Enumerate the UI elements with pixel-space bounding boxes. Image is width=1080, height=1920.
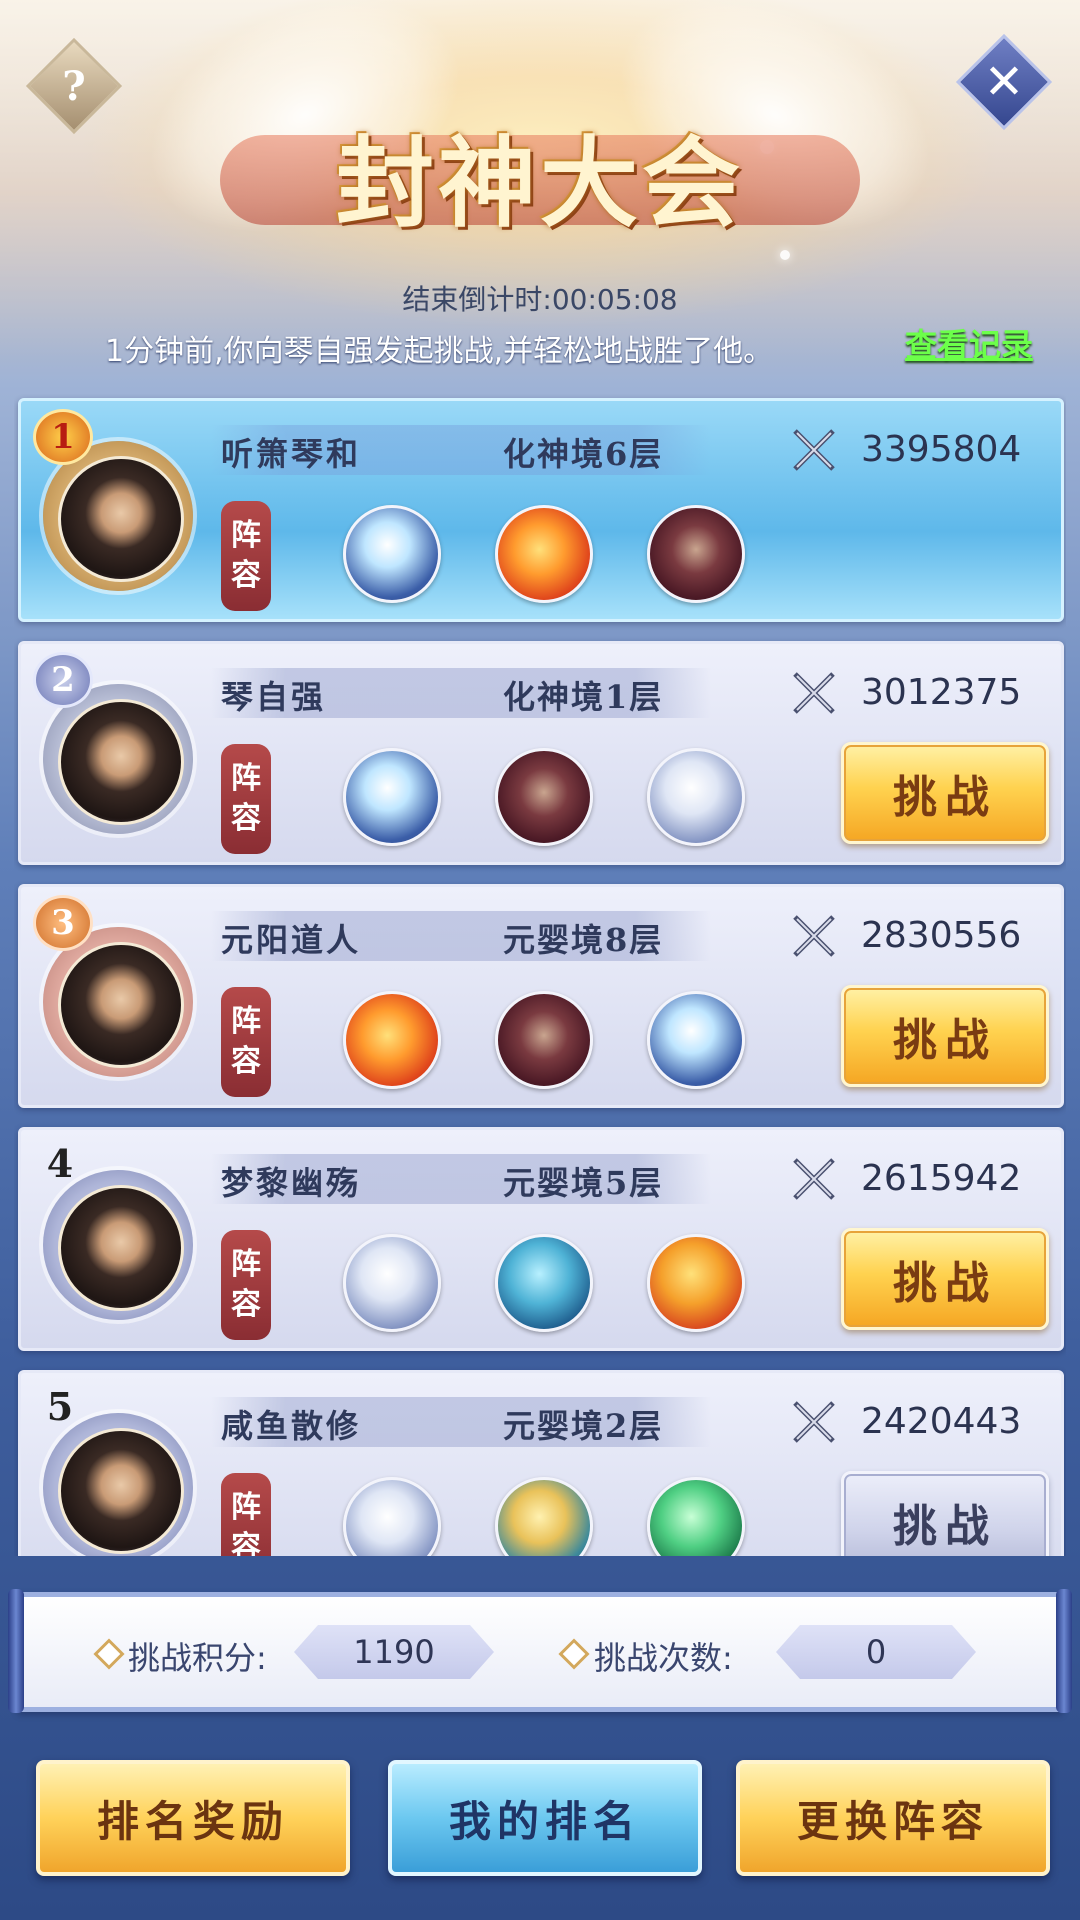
pet-ice-dragon-icon[interactable]: [647, 991, 745, 1089]
player-name: 梦黎幽殇: [221, 1164, 362, 1202]
challenge-button[interactable]: 挑战: [841, 1471, 1049, 1556]
team-label: 阵容: [221, 744, 271, 854]
player-name: 元阳道人: [221, 921, 362, 959]
team-label-char: 阵: [231, 1247, 261, 1282]
avatar: [58, 456, 184, 582]
event-title-banner: 封神大会: [220, 100, 860, 250]
combat-power: 2830556: [861, 915, 1022, 956]
cultivation-realm: 化神境1层: [503, 678, 664, 716]
pet-ice-dragon-icon[interactable]: [343, 505, 441, 603]
avatar-frame[interactable]: [43, 1170, 193, 1320]
scroll-rod-left: [8, 1589, 24, 1713]
diamond-icon: [558, 1638, 590, 1670]
diamond-icon: [93, 1638, 125, 1670]
player-name: 咸鱼散修: [221, 1407, 362, 1445]
crossed-swords-icon: [793, 429, 835, 471]
combat-power: 2615942: [861, 1158, 1022, 1199]
team-label-char: 容: [231, 1044, 261, 1079]
rank-badge: 4: [46, 1140, 74, 1186]
team-label-char: 阵: [231, 1490, 261, 1525]
team-label: 阵容: [221, 1230, 271, 1340]
team-label: 阵容: [221, 501, 271, 611]
avatar: [58, 1185, 184, 1311]
avatar-frame[interactable]: [43, 1413, 193, 1556]
challenge-button[interactable]: 挑战: [841, 1228, 1049, 1330]
view-record-link[interactable]: 查看记录: [905, 320, 1033, 366]
rank-badge: 2: [33, 652, 93, 708]
team-label-char: 容: [231, 1287, 261, 1322]
team-label: 阵容: [221, 1473, 271, 1556]
challenge-stats-bar: 挑战积分: 1190 挑战次数: 0: [8, 1589, 1072, 1713]
battle-notice: 1分钟前,你向琴自强发起挑战,并轻松地战胜了他。: [105, 334, 774, 369]
team-label-char: 阵: [231, 518, 261, 553]
ranking-card: 1 听箫琴和 化神境6层 3395804 阵容: [18, 398, 1064, 622]
countdown-value: 00:05:08: [551, 283, 678, 316]
rank-reward-button[interactable]: 排名奖励: [36, 1760, 350, 1876]
countdown-label: 结束倒计时:: [402, 283, 552, 316]
challenge-button[interactable]: 挑战: [841, 985, 1049, 1087]
change-team-button[interactable]: 更换阵容: [736, 1760, 1050, 1876]
rank-badge: 5: [46, 1383, 74, 1429]
pet-phoenix-icon[interactable]: [495, 505, 593, 603]
crossed-swords-icon: [793, 1158, 835, 1200]
combat-power: 3395804: [861, 429, 1022, 470]
my-rank-button[interactable]: 我的排名: [388, 1760, 702, 1876]
ranking-card: 2 琴自强 化神境1层 3012375 阵容 挑战: [18, 641, 1064, 865]
rank-badge: 1: [33, 409, 93, 465]
crossed-swords-icon: [793, 1401, 835, 1443]
pet-white-tiger-icon[interactable]: [343, 1477, 441, 1556]
pet-white-tiger-icon[interactable]: [647, 748, 745, 846]
close-icon: ✕: [983, 54, 1025, 110]
pet-fire-dragon-icon[interactable]: [647, 1234, 745, 1332]
attempts-value: 0: [776, 1625, 976, 1679]
pet-demon-icon[interactable]: [647, 505, 745, 603]
pet-ice-dragon-icon[interactable]: [343, 748, 441, 846]
team-label-char: 容: [231, 801, 261, 836]
cultivation-realm: 元婴境5层: [503, 1164, 664, 1202]
pet-whale-icon[interactable]: [495, 1234, 593, 1332]
pet-phoenix-icon[interactable]: [343, 991, 441, 1089]
event-title: 封神大会: [335, 126, 744, 241]
crossed-swords-icon: [793, 672, 835, 714]
team-label-char: 容: [231, 1530, 261, 1556]
pet-white-tiger-icon[interactable]: [343, 1234, 441, 1332]
ranking-card: 5 咸鱼散修 元婴境2层 2420443 阵容 挑战: [18, 1370, 1064, 1556]
combat-power: 2420443: [861, 1401, 1022, 1442]
cultivation-realm: 元婴境8层: [503, 921, 664, 959]
pet-demon-icon[interactable]: [495, 748, 593, 846]
rank-badge: 3: [33, 895, 93, 951]
player-name: 听箫琴和: [221, 435, 362, 473]
pet-demon-icon[interactable]: [495, 991, 593, 1089]
avatar: [58, 942, 184, 1068]
cultivation-realm: 化神境6层: [503, 435, 664, 473]
team-label-char: 阵: [231, 1004, 261, 1039]
attempts-label: 挑战次数:: [594, 1639, 733, 1677]
countdown: 结束倒计时:00:05:08: [0, 278, 1080, 318]
team-label-char: 阵: [231, 761, 261, 796]
team-label: 阵容: [221, 987, 271, 1097]
scroll-rod-right: [1056, 1589, 1072, 1713]
cultivation-realm: 元婴境2层: [503, 1407, 664, 1445]
pet-green-dragon-icon[interactable]: [647, 1477, 745, 1556]
combat-power: 3012375: [861, 672, 1022, 713]
ranking-list[interactable]: 1 听箫琴和 化神境6层 3395804 阵容 2 琴自强 化神境1层 3012375 阵容挑战 3…: [14, 394, 1066, 1556]
challenge-button[interactable]: 挑战: [841, 742, 1049, 844]
points-label: 挑战积分:: [128, 1639, 267, 1677]
avatar: [58, 699, 184, 825]
avatar: [58, 1428, 184, 1554]
sparkle-decoration: [780, 250, 790, 260]
crossed-swords-icon: [793, 915, 835, 957]
points-value: 1190: [294, 1625, 494, 1679]
team-label-char: 容: [231, 558, 261, 593]
ranking-card: 3 元阳道人 元婴境8层 2830556 阵容 挑战: [18, 884, 1064, 1108]
pet-golden-dragon-icon[interactable]: [495, 1477, 593, 1556]
ranking-card: 4 梦黎幽殇 元婴境5层 2615942 阵容 挑战: [18, 1127, 1064, 1351]
player-name: 琴自强: [221, 678, 327, 716]
question-icon: ?: [62, 62, 86, 110]
